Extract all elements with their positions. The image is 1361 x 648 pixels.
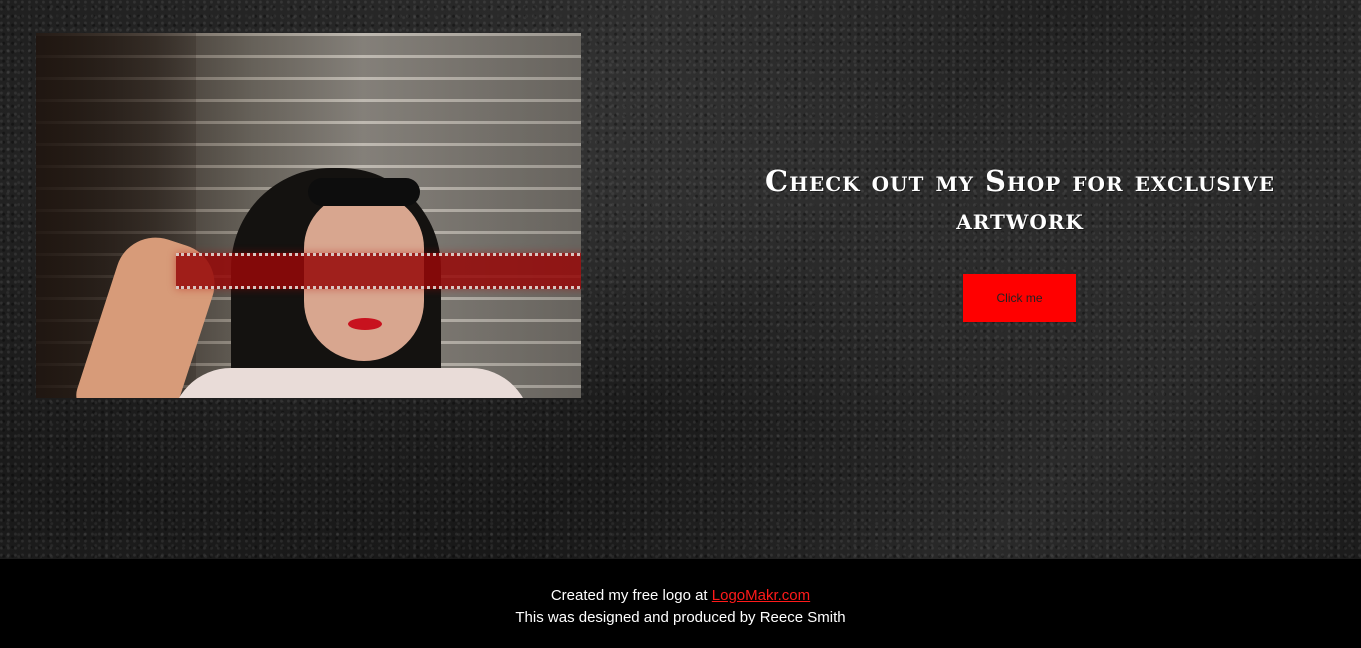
hero-section: Check out my Shop for exclusive artwork … — [0, 0, 1361, 559]
shop-call-to-action: Check out my Shop for exclusive artwork … — [720, 162, 1320, 322]
site-footer: Created my free logo at LogoMakr.com Thi… — [0, 559, 1361, 648]
photo-filmstrip — [176, 253, 581, 289]
click-me-button[interactable]: Click me — [963, 274, 1076, 322]
photo-sunglasses — [308, 178, 420, 206]
shop-heading: Check out my Shop for exclusive artwork — [764, 164, 1275, 236]
designer-credit: This was designed and produced by Reece … — [515, 609, 846, 626]
logo-credit-text: Created my free logo at — [550, 587, 712, 604]
photo-lips — [348, 318, 382, 330]
logo-credit-line: Created my free logo at LogoMakr.com — [0, 585, 1361, 607]
photo-shirt — [171, 368, 531, 398]
page: Check out my Shop for exclusive artwork … — [0, 0, 1361, 648]
portrait-photo — [36, 33, 581, 398]
logomakr-link[interactable]: LogoMakr.com — [712, 587, 810, 604]
